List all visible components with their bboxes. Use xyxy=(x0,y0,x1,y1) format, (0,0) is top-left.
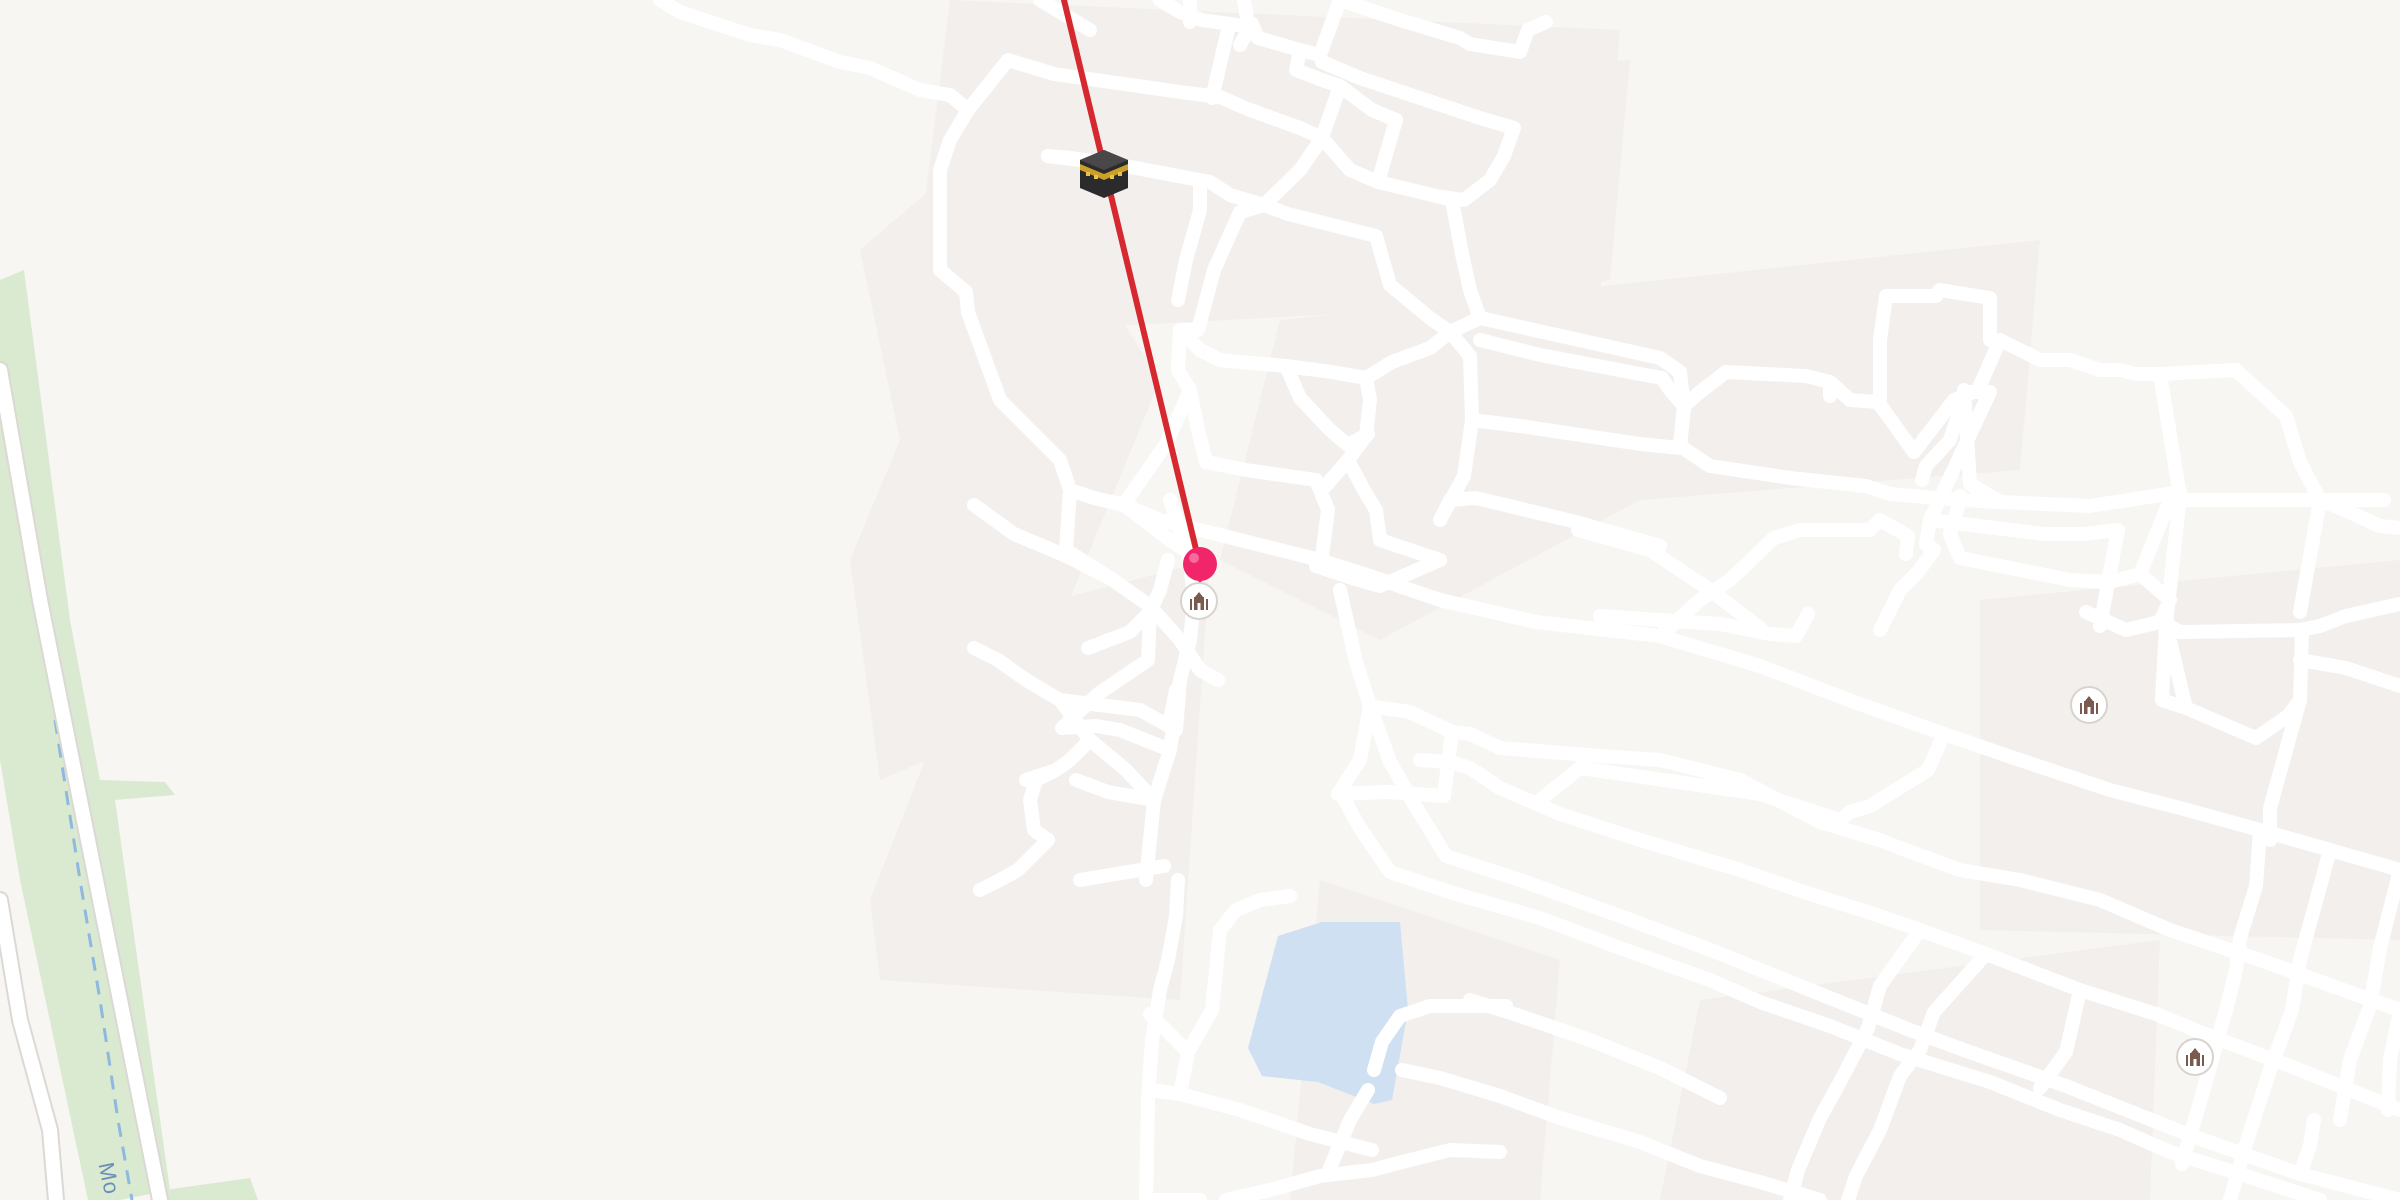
qibla-direction-line xyxy=(1061,0,1203,569)
map-canvas[interactable]: Mo xyxy=(0,0,2400,1200)
mosque-icon[interactable] xyxy=(2176,1038,2214,1076)
mosque-icon[interactable] xyxy=(2070,686,2108,724)
mosque-icon[interactable] xyxy=(1180,582,1218,620)
kaaba-icon[interactable] xyxy=(1076,146,1132,202)
